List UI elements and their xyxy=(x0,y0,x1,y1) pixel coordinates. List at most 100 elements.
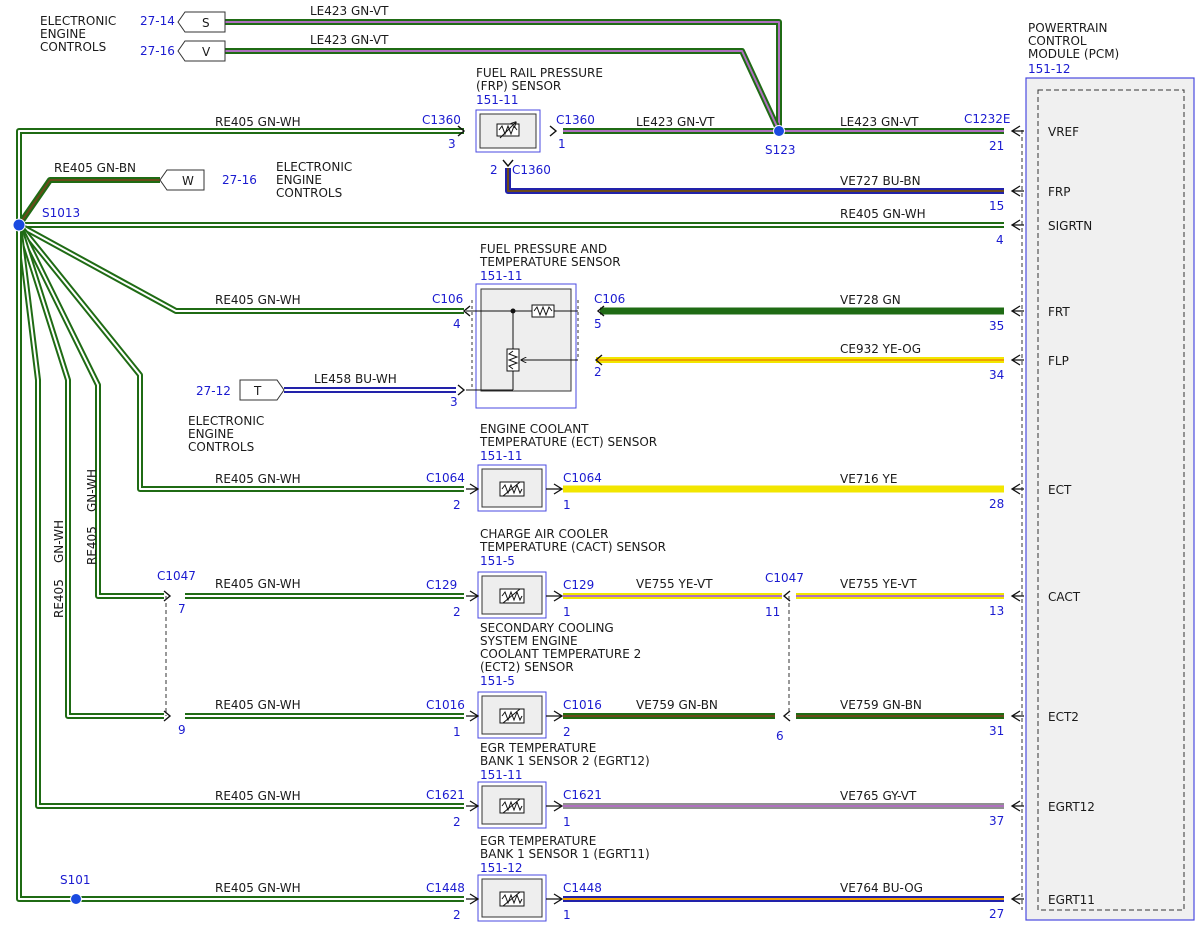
c1047-ect2-left-icon xyxy=(163,710,172,722)
cact-pin-right: 1 xyxy=(563,605,571,619)
c1047-left-label: C1047 xyxy=(157,569,196,583)
splice-s123-label: S123 xyxy=(765,143,796,157)
splice-s123-dot xyxy=(773,125,785,137)
eec-label-t-1: ELECTRONIC xyxy=(188,414,264,428)
cact-title-2: TEMPERATURE (CACT) SENSOR xyxy=(479,540,666,554)
wire-label-re405-frp: RE405 GN-WH xyxy=(215,115,301,129)
wire-label-ve765: VE765 GY-VT xyxy=(840,789,917,803)
offpage-t-letter: T xyxy=(253,384,262,398)
egrt11-title-2: BANK 1 SENSOR 1 (EGRT11) xyxy=(480,847,650,861)
egrt12-left-terminal-icon xyxy=(466,800,480,812)
wire-label-vert-re405-2: RE405 xyxy=(85,526,99,565)
pcm-pin-number-ect: 28 xyxy=(989,497,1004,511)
egrt12-title-1: EGR TEMPERATURE xyxy=(480,741,596,755)
frp-pin-right: 1 xyxy=(558,137,566,151)
fpt-title-2: TEMPERATURE SENSOR xyxy=(479,255,621,269)
egrt12-conn-left: C1621 xyxy=(426,788,465,802)
pcm-pin-number-flp: 34 xyxy=(989,368,1004,382)
splice-s1013-dot xyxy=(12,218,26,232)
cact-pin-left: 2 xyxy=(453,605,461,619)
egrt11-pin-left: 2 xyxy=(453,908,461,922)
wire-label-ve727: VE727 BU-BN xyxy=(840,174,921,188)
eec-label-t-2: ENGINE xyxy=(188,427,234,441)
offpage-t-page: 27-12 xyxy=(196,384,231,398)
ect-title-2: TEMPERATURE (ECT) SENSOR xyxy=(479,435,657,449)
frp-conn-right: C1360 xyxy=(556,113,595,127)
pcm-pin-number-vref: 21 xyxy=(989,139,1004,153)
c1047-right-label: C1047 xyxy=(765,571,804,585)
offpage-connectors: S 27-14 V 27-16 W 27-16 T 27-12 xyxy=(140,11,285,401)
pcm-pin-number-sigrtn: 4 xyxy=(996,233,1004,247)
egrt12-pin-left: 2 xyxy=(453,815,461,829)
ect-pin-left: 2 xyxy=(453,498,461,512)
pcm-pin-label-cact: CACT xyxy=(1048,590,1081,604)
egrt11-title-1: EGR TEMPERATURE xyxy=(480,834,596,848)
pcm-pin-number-ect2: 31 xyxy=(989,724,1004,738)
eec-label-w-2: ENGINE xyxy=(276,173,322,187)
fpt-sensor-inner xyxy=(480,288,572,392)
offpage-w-page: 27-16 xyxy=(222,173,257,187)
wire-label-le423-s: LE423 GN-VT xyxy=(310,4,389,18)
frp-pin-left: 3 xyxy=(448,137,456,151)
ect2-title-4: (ECT2) SENSOR xyxy=(480,660,574,674)
wire-label-re405-egrt11: RE405 GN-WH xyxy=(215,881,301,895)
ect2-pin-right: 2 xyxy=(563,725,571,739)
ect2-right-terminal-icon xyxy=(546,710,564,722)
wire-label-re405-ect: RE405 GN-WH xyxy=(215,472,301,486)
pcm-title-1: POWERTRAIN xyxy=(1028,21,1108,35)
fpt-pin-2: 2 xyxy=(594,365,602,379)
pcm-ref: 151-12 xyxy=(1028,62,1071,76)
cact-conn-right: C129 xyxy=(563,578,594,592)
c1047-pin-7: 7 xyxy=(178,602,186,616)
fpt-title-1: FUEL PRESSURE AND xyxy=(480,242,607,256)
wire-label-le458: LE458 BU-WH xyxy=(314,372,397,386)
frp-conn-left: C1360 xyxy=(422,113,461,127)
pcm-pin-number-cact: 13 xyxy=(989,604,1004,618)
pcm-pin-number-egrt11: 27 xyxy=(989,907,1004,921)
ect-ref: 151-11 xyxy=(480,449,523,463)
wire-label-re405-cact: RE405 GN-WH xyxy=(215,577,301,591)
c1047-pin-9: 9 xyxy=(178,723,186,737)
c1047-pin-6: 6 xyxy=(776,729,784,743)
fpt-conn-left: C106 xyxy=(432,292,463,306)
egrt11-conn-right: C1448 xyxy=(563,881,602,895)
offpage-t-shape xyxy=(239,379,285,401)
wire-re405-gn-bn-stripe xyxy=(18,179,160,226)
c1047-pin-11: 11 xyxy=(765,605,780,619)
sensors: FUEL RAIL PRESSURE (FRP) SENSOR 151-11 C… xyxy=(422,66,625,409)
pcm-pin-number-frt: 35 xyxy=(989,319,1004,333)
wire-label-ve716: VE716 YE xyxy=(840,472,897,486)
ect2-conn-left: C1016 xyxy=(426,698,465,712)
offpage-s-page: 27-14 xyxy=(140,14,175,28)
pcm-terminal-arrow-icon xyxy=(1010,483,1024,495)
ect2-title-2: SYSTEM ENGINE xyxy=(480,634,578,648)
ect-conn-right: C1064 xyxy=(563,471,602,485)
splice-s1013-label: S1013 xyxy=(42,206,80,220)
ect-left-terminal-icon xyxy=(466,483,480,495)
cact-right-terminal-icon xyxy=(546,590,564,602)
offpage-v-page: 27-16 xyxy=(140,44,175,58)
egrt12-right-terminal-icon xyxy=(546,800,564,812)
wiring-diagram: POWERTRAIN CONTROL MODULE (PCM) 151-12 S… xyxy=(12,4,1195,922)
pcm-title-3: MODULE (PCM) xyxy=(1028,47,1119,61)
eec-label-top-2: ENGINE xyxy=(40,27,86,41)
wire-label-re405-ect2: RE405 GN-WH xyxy=(215,698,301,712)
egrt12-pin-right: 1 xyxy=(563,815,571,829)
fpt-sensor: FUEL PRESSURE AND TEMPERATURE SENSOR 151… xyxy=(432,242,625,409)
egrt12-ref: 151-11 xyxy=(480,768,523,782)
eec-label-t-3: CONTROLS xyxy=(188,440,254,454)
egrt11-right-terminal-icon xyxy=(546,893,564,905)
wire-label-vert-re405-1: RE405 xyxy=(52,579,66,618)
wire-label-ve755-a: VE755 YE-VT xyxy=(636,577,713,591)
frp-ref: 151-11 xyxy=(476,93,519,107)
wire-label-ve759-a: VE759 GN-BN xyxy=(636,698,718,712)
eec-label-top-1: ELECTRONIC xyxy=(40,14,116,28)
offpage-w-letter: W xyxy=(182,174,194,188)
pcm-pin-label-ect: ECT xyxy=(1048,483,1072,497)
pcm-pin-label-sigrtn: SIGRTN xyxy=(1048,219,1092,233)
eec-label-w-1: ELECTRONIC xyxy=(276,160,352,174)
ect-pin-right: 1 xyxy=(563,498,571,512)
ect2-pin-left: 1 xyxy=(453,725,461,739)
egrt11-conn-left: C1448 xyxy=(426,881,465,895)
wire-label-ve755-b: VE755 YE-VT xyxy=(840,577,917,591)
